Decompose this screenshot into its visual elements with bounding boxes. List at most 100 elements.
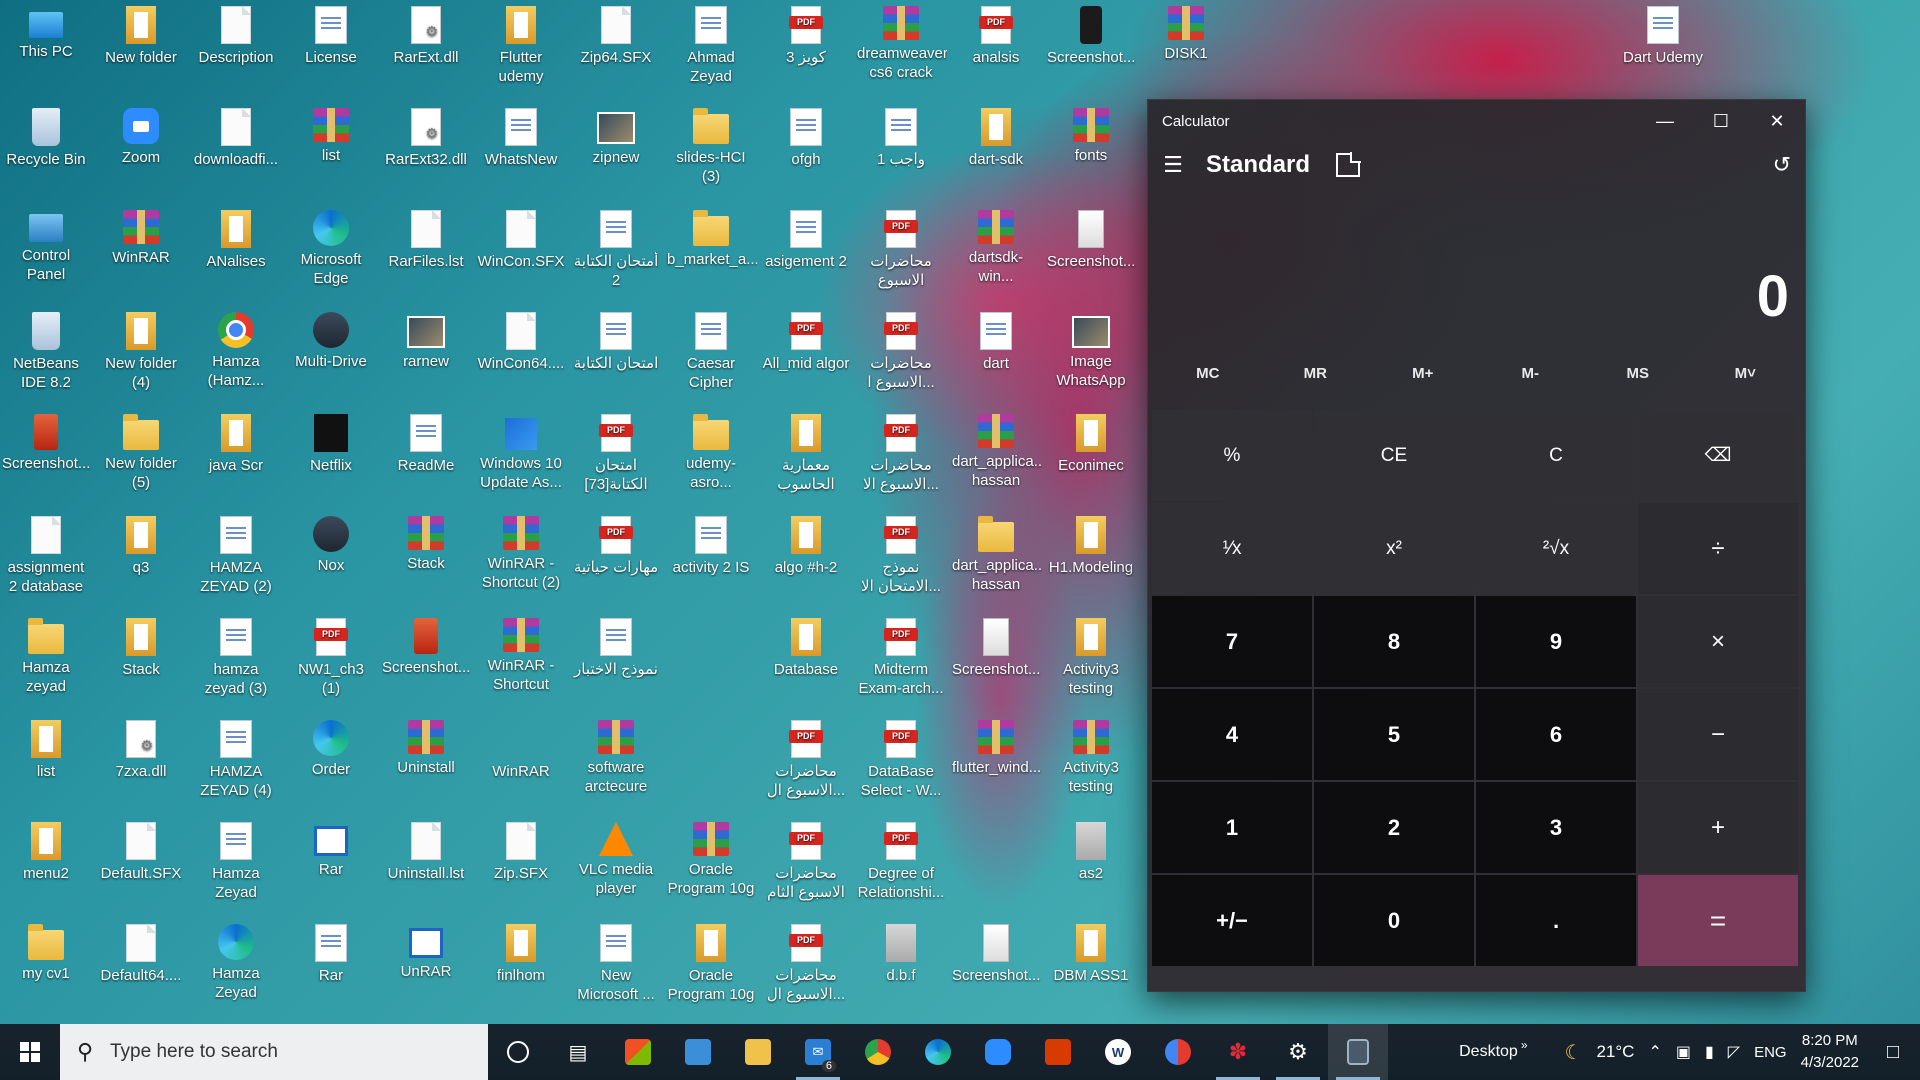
- desktop-icon[interactable]: Midterm Exam-arch...: [855, 612, 947, 698]
- desktop-icon[interactable]: Screenshot...: [1045, 204, 1137, 271]
- keep-on-top-icon[interactable]: [1336, 152, 1362, 177]
- desktop-icon[interactable]: rarnew: [380, 306, 472, 371]
- desktop-icon[interactable]: نموذج الاختبار: [570, 612, 662, 679]
- taskbar-file-explorer[interactable]: [728, 1024, 788, 1080]
- desktop-icon[interactable]: zipnew: [570, 102, 662, 167]
- show-hidden-icons-icon[interactable]: ⌃: [1648, 1042, 1661, 1062]
- desktop-icon[interactable]: dart_applica... hassan: [950, 510, 1042, 594]
- desktop-icon[interactable]: d.b.f: [855, 918, 947, 985]
- desktop-icon[interactable]: Oracle Program 10g: [665, 918, 757, 1004]
- desktop-icon[interactable]: list: [285, 102, 377, 165]
- desktop-icon[interactable]: معمارية الحاسوب: [760, 408, 852, 494]
- desktop-icon[interactable]: Oracle Program 10g: [665, 816, 757, 898]
- desktop-icon[interactable]: list: [0, 714, 92, 781]
- desktop-icon[interactable]: my cv1: [0, 918, 92, 983]
- clear-entry-button[interactable]: CE: [1314, 410, 1474, 501]
- desktop-icon[interactable]: نموذج الامتحان الا...: [855, 510, 947, 596]
- desktop-icon[interactable]: New folder (5): [95, 408, 187, 492]
- desktop-icon[interactable]: واجب 1: [855, 102, 947, 169]
- desktop-icon[interactable]: Zoom: [95, 102, 187, 167]
- desktop-icon[interactable]: DISK1: [1140, 0, 1232, 63]
- digit-3-button[interactable]: 3: [1476, 782, 1636, 873]
- desktop-icon[interactable]: asigement 2: [760, 204, 852, 271]
- desktop-icon[interactable]: Rar: [285, 918, 377, 985]
- desktop-icon[interactable]: Zip64.SFX: [570, 0, 662, 67]
- desktop-icon[interactable]: All_mid algor: [760, 306, 852, 373]
- desktop-icon[interactable]: downloadfi...: [190, 102, 282, 169]
- desktop-icon[interactable]: New Microsoft ...: [570, 918, 662, 1004]
- desktop-icon[interactable]: WinCon64....: [475, 306, 567, 373]
- reciprocal-button[interactable]: ¹⁄x: [1152, 503, 1312, 594]
- decimal-button[interactable]: .: [1476, 875, 1636, 966]
- memory-button[interactable]: M-: [1477, 365, 1585, 382]
- digit-5-button[interactable]: 5: [1314, 689, 1474, 780]
- desktop-icon[interactable]: Windows 10 Update As...: [475, 408, 567, 492]
- digit-8-button[interactable]: 8: [1314, 596, 1474, 687]
- desktop-icon[interactable]: RarExt.dll: [380, 0, 472, 67]
- desktop-icon[interactable]: محاضرات الاسبوع ا...: [855, 306, 947, 392]
- language-indicator[interactable]: ENG: [1754, 1044, 1787, 1061]
- desktop-icon[interactable]: Dart Udemy: [1617, 0, 1709, 67]
- desktop-icon[interactable]: dartsdk-win...: [950, 204, 1042, 286]
- desktop-icon[interactable]: flutter_wind...: [950, 714, 1042, 777]
- desktop-icon[interactable]: محاضرات الاسبوع ال...: [760, 918, 852, 1004]
- digit-4-button[interactable]: 4: [1152, 689, 1312, 780]
- desktop-icon[interactable]: Hamza Zeyad: [190, 816, 282, 902]
- desktop-icon[interactable]: assignment 2 database: [0, 510, 92, 596]
- desktop-icon[interactable]: DBM ASS1: [1045, 918, 1137, 985]
- desktop-icon[interactable]: This PC: [0, 0, 92, 61]
- desktop-icon[interactable]: UnRAR: [380, 918, 472, 981]
- desktop-icon[interactable]: Rar: [285, 816, 377, 879]
- desktop-icon[interactable]: as2: [1045, 816, 1137, 883]
- minus-button[interactable]: −: [1638, 689, 1798, 780]
- desktop-icon[interactable]: RarExt32.dll: [380, 102, 472, 169]
- desktop-icon[interactable]: Ahmad Zeyad: [665, 0, 757, 86]
- wifi-icon[interactable]: ◸: [1728, 1042, 1740, 1062]
- desktop-icon[interactable]: 7zxa.dll: [95, 714, 187, 781]
- desktop-icon[interactable]: محاضرات الاسبوع الثام: [760, 816, 852, 902]
- weather-temp[interactable]: 21°C: [1596, 1042, 1634, 1062]
- desktop-icon[interactable]: Econimec: [1045, 408, 1137, 475]
- desktop-icon[interactable]: ANalises: [190, 204, 282, 271]
- desktop-icon[interactable]: udemy-asro...: [665, 408, 757, 492]
- memory-button[interactable]: M˅: [1692, 365, 1800, 382]
- task-view-button[interactable]: ▤: [548, 1024, 608, 1080]
- desktop-icon[interactable]: أمتحان الكتابة 2: [570, 204, 662, 290]
- battery-icon[interactable]: ▮: [1705, 1042, 1714, 1062]
- desktop-icon[interactable]: Stack: [380, 510, 472, 573]
- calculator-window[interactable]: Calculator — ☐ ✕ ☰ Standard ↺ 0 MC MR M+ M-…: [1147, 99, 1806, 992]
- desktop-icon[interactable]: Screenshot...: [950, 612, 1042, 679]
- desktop-icon[interactable]: WinCon.SFX: [475, 204, 567, 271]
- desktop-icon[interactable]: Image WhatsApp: [1045, 306, 1137, 390]
- desktop-icon[interactable]: مهارات حياتية: [570, 510, 662, 577]
- digit-7-button[interactable]: 7: [1152, 596, 1312, 687]
- desktop-icon[interactable]: Hamza zeyad 201811159: [0, 612, 92, 698]
- negate-button[interactable]: +/−: [1152, 875, 1312, 966]
- desktop-icon[interactable]: New folder (4): [95, 306, 187, 392]
- desktop-icon[interactable]: RarFiles.lst: [380, 204, 472, 271]
- desktop-icon[interactable]: menu2: [0, 816, 92, 883]
- history-icon[interactable]: ↺: [1773, 152, 1791, 178]
- digit-9-button[interactable]: 9: [1476, 596, 1636, 687]
- taskbar-zoom[interactable]: [968, 1024, 1028, 1080]
- desktop-icon[interactable]: activity 2 IS: [665, 510, 757, 577]
- desktop-icon[interactable]: finlhom: [475, 918, 567, 985]
- hamburger-menu-icon[interactable]: ☰: [1148, 142, 1198, 188]
- square-button[interactable]: x²: [1314, 503, 1474, 594]
- desktop-icon[interactable]: software arctecure: [570, 714, 662, 796]
- desktop-icon[interactable]: WinRAR - Shortcut (2): [475, 510, 567, 592]
- minimize-button[interactable]: —: [1637, 100, 1693, 142]
- cortana-button[interactable]: [488, 1024, 548, 1080]
- desktop-icon[interactable]: Multi-Drive: [285, 306, 377, 371]
- desktop-icon[interactable]: WinRAR: [95, 204, 187, 267]
- taskbar-desktop-app[interactable]: [668, 1024, 728, 1080]
- weather-moon-icon[interactable]: ☾: [1565, 1040, 1583, 1065]
- desktop-icon[interactable]: java Scr: [190, 408, 282, 475]
- desktop-icon[interactable]: Recycle Bin: [0, 102, 92, 169]
- desktop-icon[interactable]: ReadMe: [380, 408, 472, 475]
- memory-button[interactable]: MC: [1154, 365, 1262, 382]
- percent-button[interactable]: %: [1152, 410, 1312, 501]
- desktop-icon[interactable]: Description: [190, 0, 282, 67]
- taskbar-app-red[interactable]: ✽: [1208, 1024, 1268, 1080]
- memory-button[interactable]: M+: [1369, 365, 1477, 382]
